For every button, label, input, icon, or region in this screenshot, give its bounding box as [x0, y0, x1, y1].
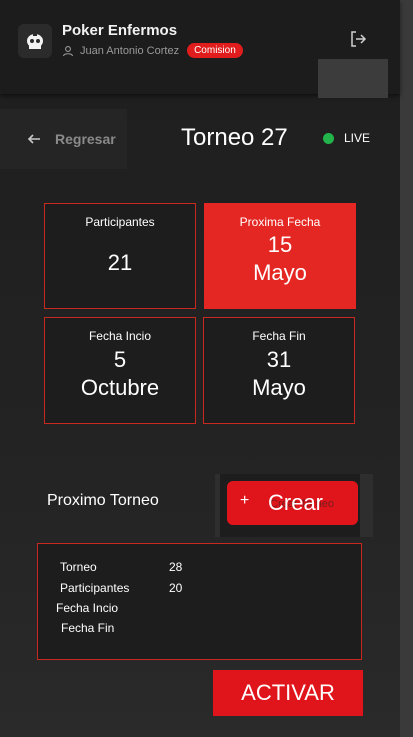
live-indicator: LIVE	[323, 131, 370, 145]
logout-icon[interactable]	[349, 30, 367, 48]
info-label-fecha-inicio: Fecha Incio	[56, 601, 119, 615]
user-info: Juan Antonio Cortez Comision	[62, 43, 243, 58]
header-placeholder-block	[318, 59, 388, 98]
start-date-card: Fecha Incio 5 Octubre	[44, 317, 196, 424]
participants-card: Participantes 21	[44, 203, 196, 309]
next-tournament-info: Torneo 28 Participantes 20 Fecha Incio F…	[37, 543, 362, 660]
card-value-month: Octubre	[80, 375, 160, 400]
live-label: LIVE	[344, 131, 371, 145]
card-label: Fecha Incio	[88, 329, 152, 343]
arrow-left-icon	[27, 134, 40, 144]
activate-button[interactable]: ACTIVAR	[213, 670, 363, 716]
plus-icon: +	[240, 492, 250, 509]
card-label: Proxima Fecha	[239, 215, 321, 229]
card-label: Participantes	[85, 215, 155, 229]
back-button[interactable]: Regresar	[0, 109, 127, 169]
card-value-day: 15	[267, 232, 293, 257]
user-name: Juan Antonio Cortez	[80, 44, 180, 57]
card-value-day: 5	[113, 347, 127, 372]
app-title: Poker Enfermos	[62, 22, 178, 39]
user-icon	[62, 45, 74, 56]
info-label-torneo: Torneo	[60, 560, 97, 574]
card-value-month: Mayo	[253, 260, 307, 285]
info-label-participantes: Participantes	[60, 581, 130, 595]
back-label: Regresar	[55, 131, 116, 147]
role-badge: Comision	[187, 43, 243, 58]
info-value-participantes: 20	[169, 581, 183, 595]
next-date-card: Proxima Fecha 15 Mayo	[204, 203, 356, 309]
info-label-fecha-fin: Fecha Fin	[61, 621, 115, 635]
create-area: Crear Torneo + Crear	[215, 474, 373, 537]
card-label: Fecha Fin	[252, 329, 306, 343]
page-title: Torneo 27	[181, 124, 288, 151]
next-tournament-title: Proximo Torneo	[47, 492, 159, 509]
card-value-day: 31	[266, 347, 292, 372]
info-value-torneo: 28	[169, 560, 183, 574]
spade-skull-icon	[27, 33, 43, 49]
create-button-label: Crear	[268, 490, 324, 515]
card-value: 21	[107, 250, 133, 275]
app-logo	[18, 24, 52, 58]
scrollbar-track[interactable]	[400, 0, 413, 737]
live-dot-icon	[323, 132, 334, 144]
create-tournament-button[interactable]: Crear Torneo + Crear	[227, 481, 358, 525]
end-date-card: Fecha Fin 31 Mayo	[203, 317, 355, 424]
card-value-month: Mayo	[252, 375, 306, 400]
